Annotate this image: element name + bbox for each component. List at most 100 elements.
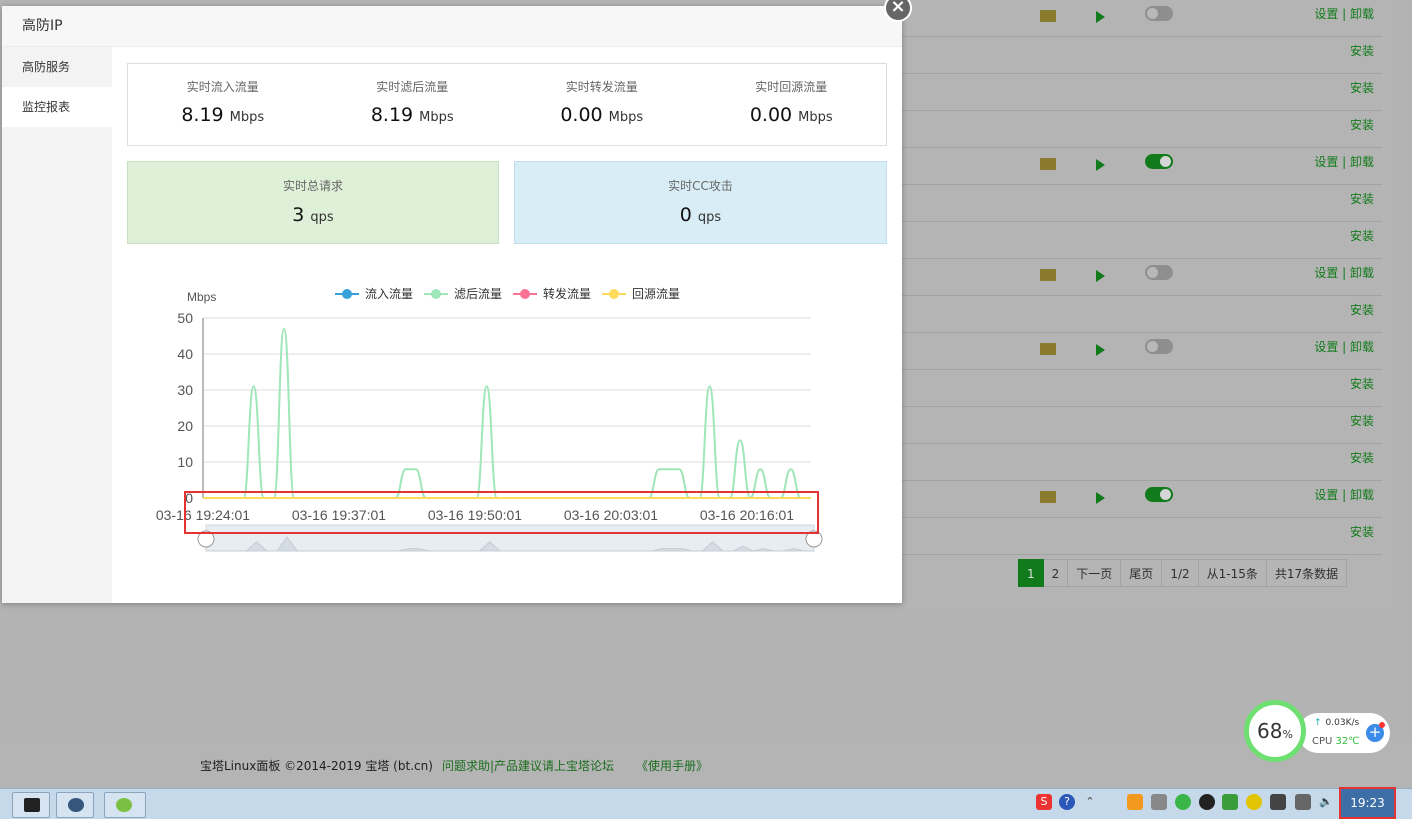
software-row: 安装 xyxy=(900,222,1382,259)
folder-icon[interactable] xyxy=(1040,10,1056,22)
modal-title: 高防IP xyxy=(2,6,902,47)
install-link[interactable]: 安装 xyxy=(1350,190,1374,207)
cpu-temp: CPU 32℃ xyxy=(1312,736,1360,747)
qq-icon[interactable] xyxy=(1199,794,1215,810)
settings-uninstall-links[interactable]: 设置 | 卸载 xyxy=(1314,153,1374,170)
stat-filtered: 实时滤后流量 8.19 Mbps xyxy=(318,64,508,145)
install-link[interactable]: 安装 xyxy=(1350,42,1374,59)
taskbar-clock[interactable]: 19:23 xyxy=(1339,787,1396,819)
manual-link[interactable]: 《使用手册》 xyxy=(636,757,708,774)
taskbar-cmd-button[interactable] xyxy=(12,792,50,818)
software-row: 安装 xyxy=(900,74,1382,111)
install-link[interactable]: 安装 xyxy=(1350,523,1374,540)
tray-360-icon[interactable] xyxy=(1175,794,1191,810)
play-icon[interactable] xyxy=(1096,270,1105,282)
stat-label: 实时滤后流量 xyxy=(376,80,449,94)
page-button[interactable]: 尾页 xyxy=(1121,559,1163,587)
taskbar-wechat-button[interactable] xyxy=(104,792,146,818)
stat-value: 8.19 Mbps xyxy=(370,104,454,126)
install-link[interactable]: 安装 xyxy=(1350,412,1374,429)
tray-app-icon[interactable] xyxy=(1127,794,1143,810)
install-link[interactable]: 安装 xyxy=(1350,375,1374,392)
display-toggle[interactable] xyxy=(1145,154,1173,169)
page-button[interactable]: 1 xyxy=(1018,559,1044,587)
page-button[interactable]: 2 xyxy=(1043,559,1069,587)
stat-label: 实时流入流量 xyxy=(186,80,259,94)
folder-icon[interactable] xyxy=(1040,269,1056,281)
traffic-stats: 实时流入流量 8.19 Mbps 实时滤后流量 8.19 Mbps 实时转发流量… xyxy=(127,63,887,146)
settings-uninstall-links[interactable]: 设置 | 卸载 xyxy=(1314,264,1374,281)
install-link[interactable]: 安装 xyxy=(1350,79,1374,96)
install-link[interactable]: 安装 xyxy=(1350,301,1374,318)
play-icon[interactable] xyxy=(1096,492,1105,504)
requests-value: 3 qps xyxy=(292,204,334,226)
requests-label: 实时总请求 xyxy=(282,179,343,193)
stat-value: 8.19 Mbps xyxy=(181,104,265,126)
cpu-usage-circle[interactable]: 68% xyxy=(1244,700,1306,762)
tray-usb-icon[interactable] xyxy=(1151,794,1167,810)
menu-item-monitor-report[interactable]: 监控报表 xyxy=(2,87,112,127)
software-row: 安装 xyxy=(900,370,1382,407)
software-row: 安装 xyxy=(900,37,1382,74)
taskbar-app-button[interactable] xyxy=(56,792,94,818)
highlight-annotation xyxy=(184,491,819,534)
stat-forwarded: 实时转发流量 0.00 Mbps xyxy=(507,64,697,145)
settings-uninstall-links[interactable]: 设置 | 卸载 xyxy=(1314,486,1374,503)
net-speed: ↑ 0.03K/s xyxy=(1314,718,1360,728)
stat-origin: 实时回源流量 0.00 Mbps xyxy=(697,64,887,145)
folder-icon[interactable] xyxy=(1040,343,1056,355)
folder-icon[interactable] xyxy=(1040,158,1056,170)
play-icon[interactable] xyxy=(1096,344,1105,356)
shield-icon[interactable] xyxy=(1222,794,1238,810)
software-row: 安装 xyxy=(900,407,1382,444)
volume-icon[interactable]: 🔈 xyxy=(1318,794,1334,810)
sogou-icon[interactable]: S xyxy=(1036,794,1052,810)
network-icon[interactable] xyxy=(1295,794,1311,810)
install-link[interactable]: 安装 xyxy=(1350,227,1374,244)
widget-info-panel: ↑ 0.03K/s CPU 32℃ + xyxy=(1298,713,1390,753)
settings-uninstall-links[interactable]: 设置 | 卸载 xyxy=(1314,5,1374,22)
display-toggle[interactable] xyxy=(1145,6,1173,21)
software-row: 安装 xyxy=(900,185,1382,222)
stat-value: 0.00 Mbps xyxy=(560,104,644,126)
notification-dot xyxy=(1379,722,1385,728)
upload-arrow-icon: ↑ xyxy=(1314,718,1322,728)
menu-item-service[interactable]: 高防服务 xyxy=(2,47,112,87)
display-toggle[interactable] xyxy=(1145,339,1173,354)
software-row: 安装 xyxy=(900,296,1382,333)
page-button[interactable]: 共17条数据 xyxy=(1266,559,1348,587)
total-requests-box: 实时总请求 3 qps xyxy=(127,161,499,244)
system-monitor-widget[interactable]: ↑ 0.03K/s CPU 32℃ + 68% xyxy=(1244,700,1392,762)
software-row: 安装 xyxy=(900,518,1382,555)
display-toggle[interactable] xyxy=(1145,487,1173,502)
stat-value: 0.00 Mbps xyxy=(749,104,833,126)
software-row: 设置 | 卸载 xyxy=(900,0,1382,37)
tray-expand-icon[interactable]: ⌃ xyxy=(1082,794,1098,810)
page-button[interactable]: 从1-15条 xyxy=(1198,559,1267,587)
display-toggle[interactable] xyxy=(1145,265,1173,280)
install-link[interactable]: 安装 xyxy=(1350,116,1374,133)
wechat-icon xyxy=(116,798,132,812)
page-button[interactable]: 1/2 xyxy=(1162,559,1199,587)
software-row: 安装 xyxy=(900,111,1382,148)
footer-copyright: 宝塔Linux面板 ©2014-2019 宝塔 (bt.cn) xyxy=(200,759,433,773)
page-button[interactable]: 下一页 xyxy=(1068,559,1122,587)
folder-icon[interactable] xyxy=(1040,491,1056,503)
tray-bird-icon[interactable] xyxy=(1270,794,1286,810)
tray-plus-icon[interactable] xyxy=(1246,794,1262,810)
forum-link[interactable]: 问题求助|产品建议请上宝塔论坛 xyxy=(442,757,614,774)
software-row: 设置 | 卸载 xyxy=(900,333,1382,370)
settings-uninstall-links[interactable]: 设置 | 卸载 xyxy=(1314,338,1374,355)
pagination: 1 2 下一页 尾页 1/2 从1-15条 共17条数据 xyxy=(1018,559,1348,587)
software-row: 安装 xyxy=(900,444,1382,481)
software-row: 设置 | 卸载 xyxy=(900,481,1382,518)
stat-label: 实时回源流量 xyxy=(755,80,828,94)
cc-label: 实时CC攻击 xyxy=(668,179,733,193)
help-icon[interactable]: ? xyxy=(1059,794,1075,810)
app-icon xyxy=(68,798,84,812)
play-icon[interactable] xyxy=(1096,11,1105,23)
install-link[interactable]: 安装 xyxy=(1350,449,1374,466)
play-icon[interactable] xyxy=(1096,159,1105,171)
cc-value: 0 qps xyxy=(679,204,722,226)
software-row: 设置 | 卸载 xyxy=(900,259,1382,296)
